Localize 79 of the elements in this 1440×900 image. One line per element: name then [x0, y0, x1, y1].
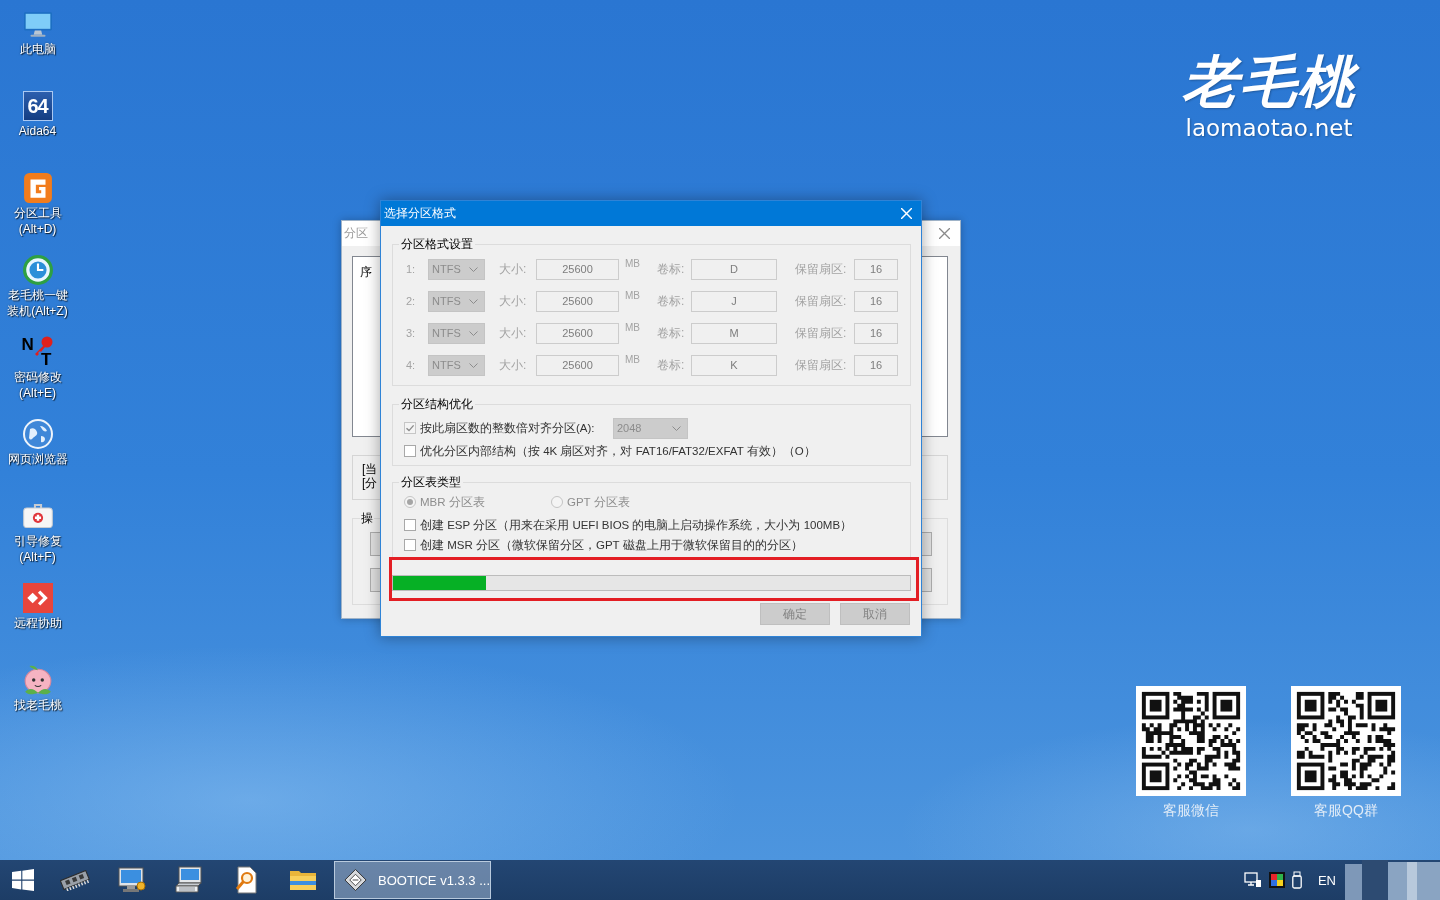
- first-aid-kit-icon[interactable]: [22, 504, 53, 528]
- field-label: 保留扇区:: [794, 260, 848, 278]
- icon-label[interactable]: 密码修改 (Alt+E): [13, 369, 62, 401]
- spiral-badge-icon[interactable]: [23, 173, 52, 203]
- close-icon: [938, 228, 950, 239]
- monitor-icon[interactable]: [22, 11, 53, 37]
- row-number: 2:: [406, 295, 417, 307]
- folder-icon: [289, 869, 317, 891]
- checkbox[interactable]: [404, 539, 416, 551]
- chevron-down-icon: [469, 330, 478, 336]
- unit-label: MB: [624, 258, 641, 269]
- icon-label[interactable]: 此电脑: [19, 41, 56, 57]
- unit-label: MB: [624, 322, 641, 333]
- network-icon[interactable]: [1243, 872, 1262, 888]
- chevron-down-icon: [672, 425, 681, 431]
- magnifier-document-icon: [234, 866, 258, 894]
- field-label: 保留扇区:: [794, 356, 848, 374]
- close-icon: [900, 208, 912, 219]
- field-label: 保留扇区:: [794, 292, 848, 310]
- field-label: 保留扇区:: [794, 324, 848, 342]
- logo-url: laomaotao.net: [1185, 114, 1353, 142]
- checkbox-label[interactable]: 优化分区内部结构（按 4K 扇区对齐，对 FAT16/FAT32/EXFAT 有效）（O）: [420, 443, 816, 459]
- globe-icon[interactable]: [22, 419, 53, 449]
- qr-caption: 客服QQ群: [1314, 801, 1378, 820]
- memory-chip-icon: [60, 869, 90, 891]
- checkbox[interactable]: [404, 422, 416, 434]
- checkbox-label[interactable]: 按此扇区数的整数倍对齐分区(A):: [420, 420, 613, 436]
- logo-letter: T: [41, 351, 52, 368]
- window-title: 选择分区格式: [384, 205, 456, 222]
- group-title: 操: [360, 510, 374, 526]
- group-title: 分区格式设置: [400, 236, 474, 252]
- column-header[interactable]: 序: [360, 265, 372, 279]
- icon-label[interactable]: 引导修复 (Alt+F): [13, 533, 62, 565]
- field-label: 卷标:: [657, 292, 686, 310]
- chevron-down-icon: [469, 266, 478, 272]
- group-title: 分区结构优化: [400, 396, 474, 412]
- window-panes-icon: [12, 869, 34, 891]
- field-label: 卷标:: [657, 356, 686, 374]
- peach-mascot-icon[interactable]: [23, 665, 52, 695]
- clock-ring-icon[interactable]: [22, 255, 53, 285]
- checkbox[interactable]: [404, 519, 416, 531]
- row-number: 4:: [406, 359, 417, 371]
- logo-letter: N: [21, 336, 34, 353]
- diamond-icon: [344, 868, 367, 892]
- app-logo[interactable]: 64: [22, 91, 53, 121]
- chevron-down-icon: [469, 362, 478, 368]
- computer-keyboard-icon: [175, 866, 203, 894]
- language-indicator[interactable]: EN: [1317, 872, 1336, 888]
- diamond-chevron-icon[interactable]: [22, 583, 53, 613]
- window-title: 分区: [344, 225, 368, 242]
- group-title: 分区表类型: [400, 474, 462, 490]
- qr-caption: 客服微信: [1163, 801, 1219, 820]
- field-label: 大小:: [499, 292, 528, 310]
- info-text: [当: [362, 462, 378, 476]
- monitor-icon: [118, 867, 146, 893]
- taskbar-app-button[interactable]: BOOTICE v1.3.3 ...: [334, 861, 491, 899]
- field-label: 大小:: [499, 356, 528, 374]
- unit-label: MB: [624, 290, 641, 301]
- icon-label[interactable]: 老毛桃一键 装机(Alt+Z): [7, 287, 68, 319]
- checkbox[interactable]: [404, 445, 416, 457]
- icon-label[interactable]: 找老毛桃: [13, 697, 62, 713]
- usb-icon[interactable]: [1291, 871, 1302, 889]
- icon-label[interactable]: 远程协助: [13, 615, 62, 631]
- info-text: [分: [362, 476, 378, 490]
- field-label: 大小:: [499, 260, 528, 278]
- checkbox-label[interactable]: 创建 ESP 分区（用来在采用 UEFI BIOS 的电脑上启动操作系统，大小为 100MB）: [420, 517, 853, 533]
- field-label: 卷标:: [657, 324, 686, 342]
- icon-label[interactable]: 分区工具 (Alt+D): [13, 205, 62, 237]
- chevron-down-icon: [469, 298, 478, 304]
- color-squares-icon[interactable]: [1268, 872, 1285, 888]
- unit-label: MB: [624, 354, 641, 365]
- field-label: 大小:: [499, 324, 528, 342]
- icon-label[interactable]: 网页浏览器: [7, 451, 68, 467]
- icon-label[interactable]: Aida64: [18, 123, 57, 139]
- row-number: 1:: [406, 263, 417, 275]
- checkbox-label[interactable]: 创建 MSR 分区（微软保留分区，GPT 磁盘上用于微软保留目的的分区）: [420, 537, 803, 553]
- row-number: 3:: [406, 327, 417, 339]
- field-label: 卷标:: [657, 260, 686, 278]
- alignment-dropdown[interactable]: 2048: [613, 417, 688, 439]
